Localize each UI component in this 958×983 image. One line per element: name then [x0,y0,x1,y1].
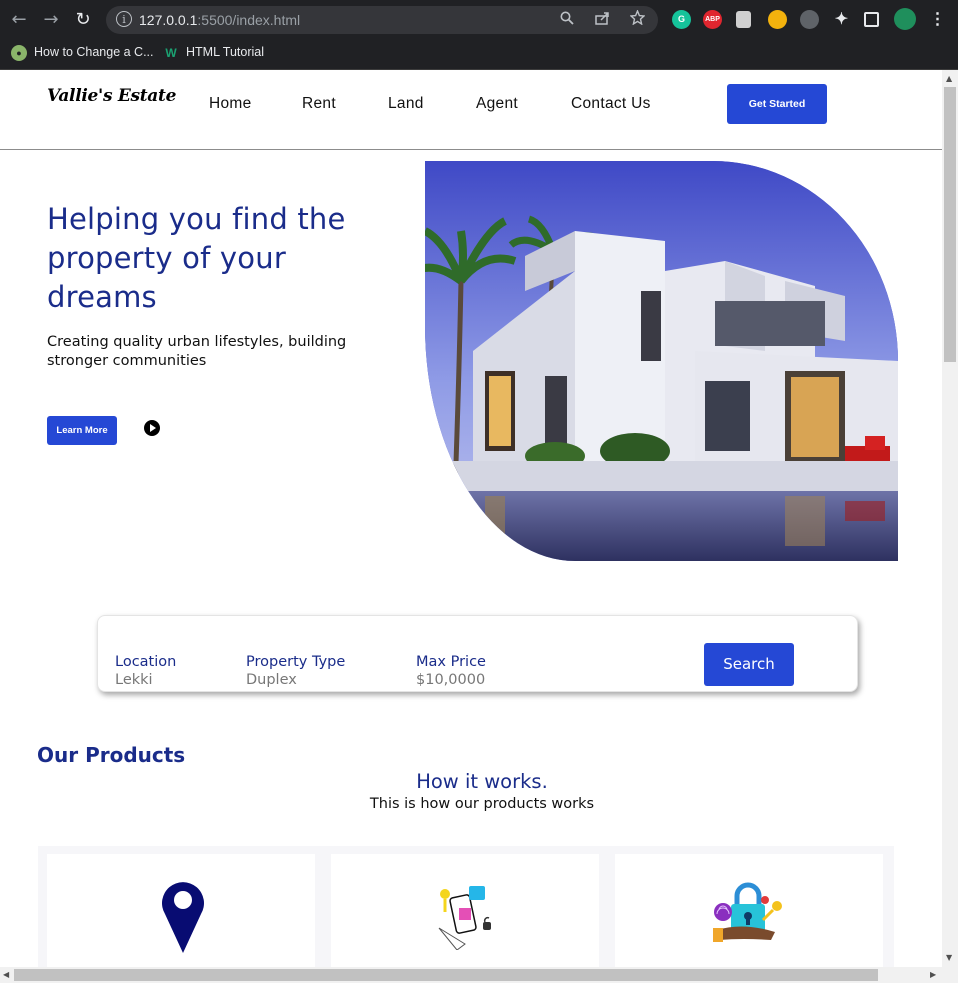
zoom-icon[interactable] [556,11,578,29]
security-padlock-icon [713,882,782,942]
scroll-down-arrow-icon[interactable]: ▼ [946,953,952,962]
bookmark-label: How to Change a C... [34,45,154,59]
site-info-icon[interactable]: i [116,11,132,27]
product-card[interactable] [47,854,315,967]
product-cards [38,846,894,967]
products-section-title: Our Products [37,743,186,767]
color-extension-icon[interactable] [768,10,787,29]
nav-land[interactable]: Land [388,95,424,113]
horizontal-scrollbar[interactable]: ◀ ▶ [0,967,958,983]
max-price-value[interactable]: $10,0000 [416,671,486,690]
adblock-extension-icon[interactable]: ABP [703,10,722,29]
property-search-box: Location Lekki Property Type Duplex Max … [97,615,858,692]
property-type-field[interactable]: Property Type Duplex [246,653,345,690]
how-it-works-subtitle: This is how our products works [369,796,595,812]
header-divider [0,149,942,150]
w3schools-favicon-icon: W [165,45,177,60]
stats-extension-icon[interactable] [800,10,819,29]
horizontal-scroll-thumb[interactable] [14,969,878,981]
location-field[interactable]: Location Lekki [115,653,176,690]
play-video-icon[interactable] [144,420,160,436]
property-type-value[interactable]: Duplex [246,671,345,690]
product-card[interactable] [615,854,883,967]
nav-home[interactable]: Home [209,95,252,113]
product-card[interactable] [331,854,599,967]
hero-title: Helping you find the property of your dr… [47,202,346,314]
side-panel-icon[interactable] [864,12,879,27]
nav-rent[interactable]: Rent [302,95,336,113]
profile-avatar[interactable] [894,8,916,30]
how-it-works-title: How it works. [416,770,548,793]
hero-subtitle: Creating quality urban lifestyles, build… [47,334,347,369]
extensions-puzzle-icon[interactable]: ✦ [832,10,851,29]
bookmarks-bar: ● How to Change a C... W HTML Tutorial [0,39,958,70]
forward-arrow-icon[interactable]: → [40,9,62,31]
browser-chrome: ← → ↻ i 127.0.0.1:5500/index.html G ABP … [0,0,958,70]
url-host: 127.0.0.1 [139,12,198,28]
max-price-field[interactable]: Max Price $10,0000 [416,653,486,690]
address-bar[interactable]: i 127.0.0.1:5500/index.html [106,6,658,34]
bookmark-item[interactable]: ● How to Change a C... [11,44,154,61]
scroll-right-arrow-icon[interactable]: ▶ [930,970,936,979]
menu-dots-icon[interactable]: ⋮ [928,10,947,29]
bookmark-favicon-icon: ● [11,44,27,61]
grammarly-extension-icon[interactable]: G [672,10,691,29]
vertical-scrollbar[interactable]: ▲ ▼ [942,70,958,967]
url-path: :5500/index.html [197,12,301,28]
get-started-button[interactable]: Get Started [727,84,827,124]
toolbar: ← → ↻ i 127.0.0.1:5500/index.html G ABP … [0,0,958,39]
shield-extension-icon[interactable] [736,11,751,28]
location-value[interactable]: Lekki [115,671,176,690]
omnibox-actions [548,9,648,29]
bookmark-label: HTML Tutorial [186,45,265,59]
vertical-scroll-thumb[interactable] [944,87,956,362]
modern-house-illustration [425,161,898,561]
search-button[interactable]: Search [704,643,794,686]
hero-house-image [425,161,898,561]
page-viewport: Vallie's Estate Home Rent Land Agent Con… [0,70,942,967]
site-logo[interactable]: Vallie's Estate [47,86,176,106]
bookmark-star-icon[interactable] [626,9,648,29]
property-type-label: Property Type [246,654,346,670]
max-price-label: Max Price [416,654,486,670]
scroll-up-arrow-icon[interactable]: ▲ [946,74,952,83]
share-icon[interactable] [591,11,613,29]
smart-lock-phone-icon [438,886,491,950]
location-pin-icon [162,882,204,953]
nav-agent[interactable]: Agent [476,95,518,113]
bookmark-item[interactable]: W HTML Tutorial [163,44,264,61]
scroll-left-arrow-icon[interactable]: ◀ [3,970,9,979]
reload-icon[interactable]: ↻ [72,9,94,31]
location-label: Location [115,654,177,670]
url-text[interactable]: 127.0.0.1:5500/index.html [139,11,300,29]
back-arrow-icon[interactable]: ← [8,9,30,31]
learn-more-button[interactable]: Learn More [47,416,117,445]
nav-contact-us[interactable]: Contact Us [571,95,651,113]
